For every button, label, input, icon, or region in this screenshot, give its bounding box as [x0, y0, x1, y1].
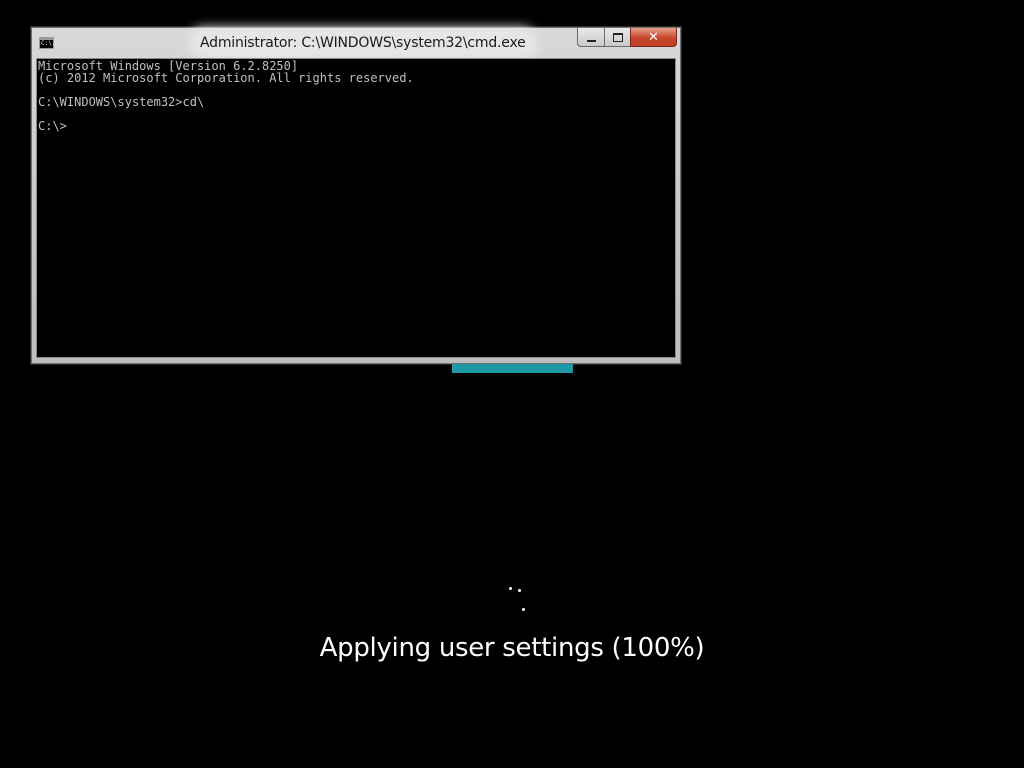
cmd-icon-text: C:\.	[41, 40, 56, 47]
cmd-app-icon[interactable]: C:\.	[39, 37, 56, 49]
console-line: C:\WINDOWS\system32>cd\	[38, 95, 205, 109]
spinner-dot	[522, 608, 525, 611]
console-output[interactable]: Microsoft Windows [Version 6.2.8250] (c)…	[36, 58, 676, 358]
title-bar[interactable]: C:\. Administrator: C:\WINDOWS\system32\…	[32, 28, 680, 58]
window-title-wrap: Administrator: C:\WINDOWS\system32\cmd.e…	[194, 32, 532, 54]
console-prompt[interactable]: C:\>	[38, 120, 675, 132]
console-line: (c) 2012 Microsoft Corporation. All righ…	[38, 71, 414, 85]
minimize-button[interactable]	[577, 28, 604, 47]
close-icon: ✕	[648, 29, 659, 45]
maximize-icon	[612, 32, 623, 42]
status-message: Applying user settings (100%)	[319, 633, 705, 663]
loading-spinner-icon	[505, 583, 535, 615]
close-button[interactable]: ✕	[630, 28, 677, 47]
window-controls: ✕	[577, 28, 677, 47]
window-title: Administrator: C:\WINDOWS\system32\cmd.e…	[200, 35, 526, 51]
maximize-button[interactable]	[604, 28, 630, 47]
spinner-dot	[509, 587, 512, 590]
minimize-icon	[586, 39, 596, 42]
accent-strip	[452, 364, 573, 373]
cmd-window[interactable]: C:\. Administrator: C:\WINDOWS\system32\…	[31, 27, 681, 364]
spinner-dot	[518, 589, 521, 592]
